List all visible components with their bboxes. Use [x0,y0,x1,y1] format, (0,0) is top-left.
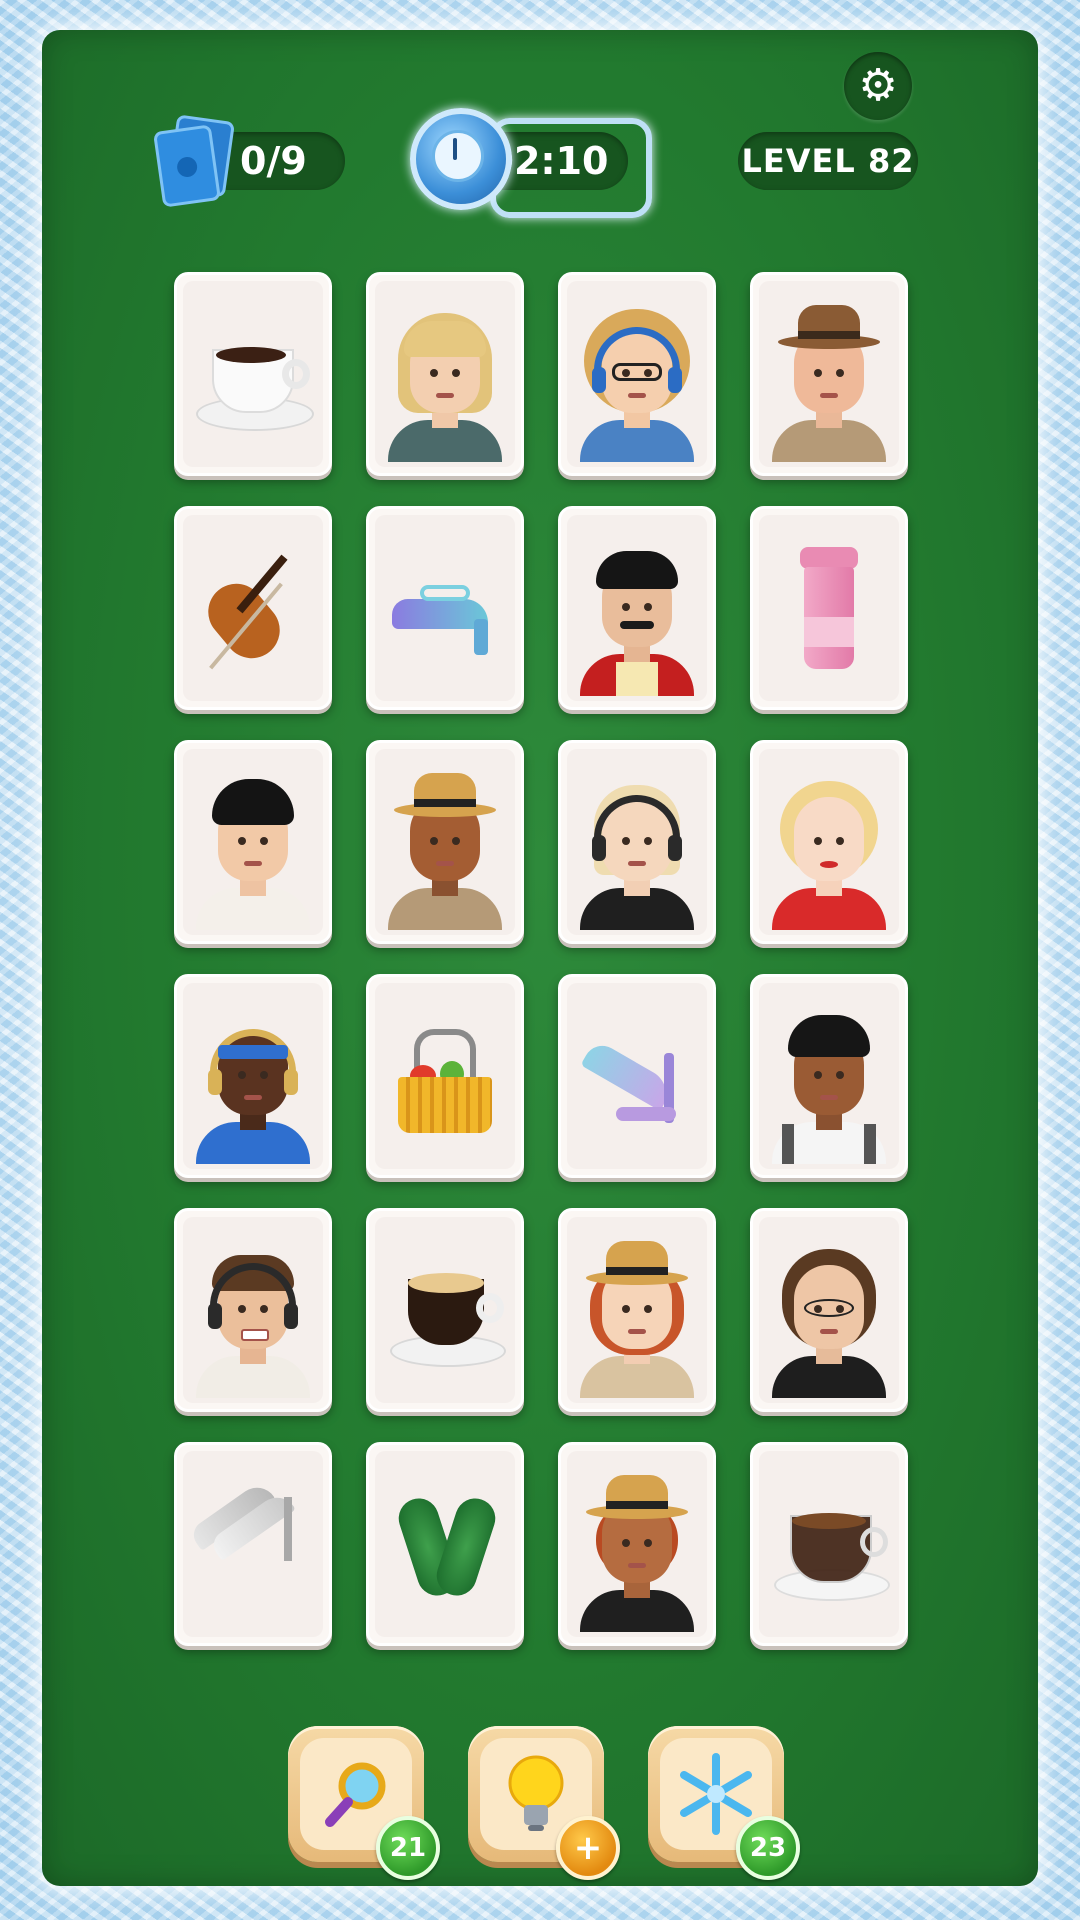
glitter-sandal-icon [380,521,510,696]
card-violin[interactable] [174,506,332,710]
card-latte-cup[interactable] [366,1208,524,1412]
card-blonde-headphones-girl[interactable] [558,740,716,944]
card-mustache-man[interactable] [558,506,716,710]
card-round-glasses-man[interactable] [750,1208,908,1412]
card-straw-hat-boy[interactable] [366,740,524,944]
frozen-clock-icon [410,108,512,210]
card-headband-man[interactable] [174,974,332,1178]
freeze-count-badge: 23 [736,1816,800,1880]
level-label: LEVEL 82 [741,142,915,180]
card-green-flats[interactable] [366,1442,524,1646]
latte-cup-icon [380,1223,510,1398]
settings-button[interactable]: ⚙ [844,52,912,120]
magnifier-count: 21 [389,1833,427,1863]
boy-backpack-avatar [764,989,894,1164]
old-man-brown-hat-avatar [764,287,894,462]
iridescent-high-heel-icon [572,989,702,1164]
card-shopping-basket[interactable] [366,974,524,1178]
magnifier-count-badge: 21 [376,1816,440,1880]
level-indicator: LEVEL 82 [738,132,918,190]
card-black-hair-man[interactable] [174,740,332,944]
card-espresso-cup[interactable] [750,1442,908,1646]
card-curly-girl-headphones[interactable] [558,272,716,476]
card-blonde-woman[interactable] [750,740,908,944]
hint-add-badge[interactable]: + [556,1816,620,1880]
card-old-man-hat[interactable] [750,272,908,476]
violin-icon [188,521,318,696]
mustache-man-avatar [572,521,702,696]
espresso-glass-cup-icon [764,1457,894,1632]
freeze-count: 23 [749,1833,787,1863]
green-glitter-flats-icon [380,1457,510,1632]
blonde-headphones-girl-avatar [572,755,702,930]
straw-hat-boy-avatar [380,755,510,930]
shopping-basket-icon [380,989,510,1164]
pink-travel-cup-icon [764,521,894,696]
blonde-woman-red-lips-avatar [764,755,894,930]
headset-man-avatar [188,1223,318,1398]
magnifier-icon [325,1762,386,1827]
card-blonde-man[interactable] [366,272,524,476]
card-boy-backpack[interactable] [750,974,908,1178]
hint-add-icon: + [573,1828,603,1868]
card-silver-heels[interactable] [174,1442,332,1646]
straw-hat-woman-avatar [572,1457,702,1632]
card-redhead-straw-hat[interactable] [558,1208,716,1412]
blonde-man-avatar [380,287,510,462]
card-pink-cup[interactable] [750,506,908,710]
card-iridescent-heel[interactable] [558,974,716,1178]
card-straw-hat-woman[interactable] [558,1442,716,1646]
frost-frame: 0/9 02:10 LEVEL 82 ⚙ 21 + 23 [0,0,1080,1920]
curly-hair-headphones-girl-avatar [572,287,702,462]
coffee-cup-icon [188,287,318,462]
redhead-straw-hat-woman-avatar [572,1223,702,1398]
card-headset-man[interactable] [174,1208,332,1412]
lightbulb-icon [508,1755,564,1831]
headband-headphones-man-avatar [188,989,318,1164]
gear-icon: ⚙ [858,60,898,111]
card-glitter-sandal[interactable] [366,506,524,710]
card-coffee-cup[interactable] [174,272,332,476]
cards-counter-value: 0/9 [240,139,307,183]
round-glasses-man-avatar [764,1223,894,1398]
card-stack-icon [152,114,236,208]
black-hair-man-avatar [188,755,318,930]
silver-high-heels-icon [188,1457,318,1632]
